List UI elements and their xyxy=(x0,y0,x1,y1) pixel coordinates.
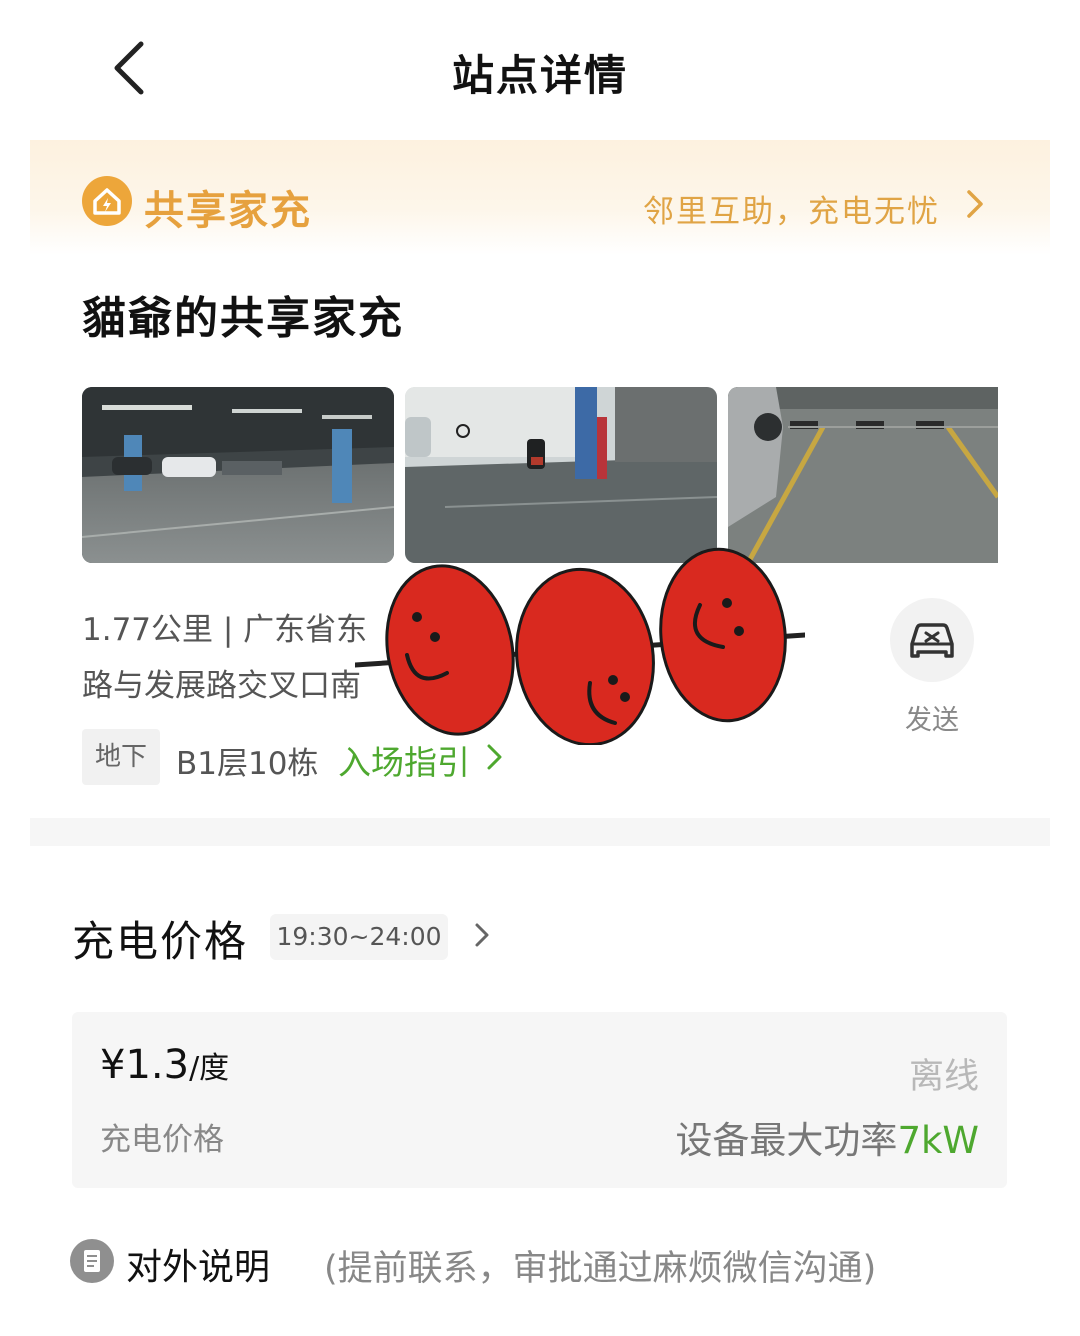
send-label: 发送 xyxy=(905,705,959,736)
price-value: ¥1.3/度 xyxy=(100,1042,229,1088)
banner-slogan: 邻里互助，充电无忧 xyxy=(643,194,940,230)
photo-parking-garage-1[interactable] xyxy=(82,387,394,563)
chevron-right-icon[interactable] xyxy=(484,742,506,772)
address-line-2: 路与发展路交叉口南 xyxy=(82,668,361,704)
entry-guide-link[interactable]: 入场指引 xyxy=(338,736,470,784)
price-amount: ¥1.3 xyxy=(100,1042,190,1088)
max-power-label: 设备最大功率 xyxy=(675,1119,898,1162)
price-unit: /度 xyxy=(189,1051,230,1086)
address-line-1-tail: 中 xyxy=(742,612,774,648)
page-title: 站点详情 xyxy=(451,51,628,100)
station-address: 1.77公里 | 广东省东 中 路与发展路交叉口南 xyxy=(82,602,822,714)
address-line-1: 1.77公里 | 广东省东 xyxy=(82,612,368,648)
photo-gallery[interactable] xyxy=(82,387,998,563)
nav-bar: 站点详情 xyxy=(0,0,1080,140)
notice-text: (提前联系，审批通过麻烦微信沟通) xyxy=(324,1249,877,1289)
device-status: 离线 xyxy=(908,1057,979,1097)
floor-text: B1层10栋 xyxy=(176,746,319,782)
photo-parking-garage-3[interactable] xyxy=(728,387,998,563)
chevron-right-icon[interactable] xyxy=(962,188,988,220)
max-power: 设备最大功率7kW xyxy=(675,1110,979,1164)
floor-type-tag: 地下 xyxy=(82,729,160,785)
price-label: 充电价格 xyxy=(100,1122,224,1158)
car-icon xyxy=(910,623,954,658)
home-logo-icon xyxy=(82,176,132,226)
photo-parking-garage-2[interactable] xyxy=(405,387,717,563)
shared-charging-banner[interactable]: 共享家充 邻里互助，充电无忧 xyxy=(30,140,1050,255)
banner-brand-title: 共享家充 xyxy=(144,188,312,234)
chevron-right-icon[interactable] xyxy=(472,920,492,950)
time-range-chip[interactable]: 19:30~24:00 xyxy=(270,914,448,960)
document-icon xyxy=(70,1239,114,1283)
max-power-value: 7kW xyxy=(897,1119,979,1162)
price-section-title: 充电价格 xyxy=(72,917,249,966)
price-card: ¥1.3/度 充电价格 离线 设备最大功率7kW xyxy=(72,1012,1007,1188)
notice-title: 对外说明 xyxy=(126,1247,271,1288)
station-name: 貓爺的共享家充 xyxy=(82,293,404,344)
section-divider xyxy=(30,818,1050,846)
send-to-car-button[interactable] xyxy=(890,598,974,682)
